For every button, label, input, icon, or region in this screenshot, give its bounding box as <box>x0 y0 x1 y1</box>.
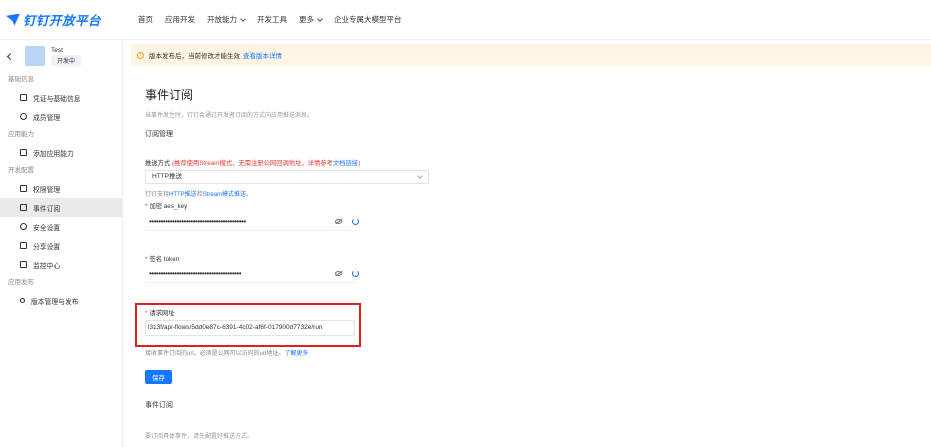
sidebar-section-basic: 基础信息 <box>8 76 34 83</box>
share-icon <box>20 242 27 249</box>
sidebar-item-credentials[interactable]: 凭证与基础信息 <box>0 88 122 107</box>
sidebar-item-label: 版本管理与发布 <box>31 298 79 306</box>
app-icon <box>25 46 45 66</box>
sidebar-item-events[interactable]: 事件订阅 <box>0 198 122 217</box>
eye-off-icon[interactable] <box>335 271 342 276</box>
url-label: * 请求网址 <box>145 308 175 317</box>
sidebar-item-label: 权限管理 <box>33 186 61 194</box>
back-arrow-icon[interactable] <box>6 52 15 60</box>
nav-more-label: 更多 <box>299 15 314 24</box>
aes-key-label-text: 加密 aes_key <box>149 203 188 210</box>
nav-enterprise-llm[interactable]: 企业专属大模型平台 <box>334 14 402 25</box>
http-push-link[interactable]: HTTP推送 <box>169 192 197 198</box>
refresh-icon[interactable] <box>352 218 359 225</box>
credential-icon <box>20 94 27 101</box>
aes-key-field[interactable]: ••••••••••••••••••••••••••••••••••••••••… <box>145 215 359 231</box>
sidebar-section-ability: 应用能力 <box>8 131 34 138</box>
push-mode-select[interactable]: HTTP推送 <box>145 170 429 184</box>
events-description: 要订阅具体事件，请先配置好推送方式。 <box>145 434 254 440</box>
required-mark: * <box>145 203 148 210</box>
token-label-text: 签名 token <box>149 256 180 263</box>
chevron-down-icon <box>417 173 423 179</box>
info-icon: ! <box>137 51 144 59</box>
url-label-text: 请求网址 <box>149 310 175 317</box>
stream-push-link[interactable]: Stream模式推送 <box>203 192 246 198</box>
permission-icon <box>20 185 27 192</box>
shield-icon <box>20 223 27 230</box>
push-mode-hint: (推荐使用Stream模式，无需注册公网回调地址，详情参考文档链接) <box>172 160 360 167</box>
push-mode-sub-hint: 钉钉支持HTTP推送和Stream模式推送。 <box>145 189 252 198</box>
nav-app-dev[interactable]: 应用开发 <box>165 14 195 25</box>
sidebar-item-security[interactable]: 安全设置 <box>0 217 122 236</box>
sidebar-section-publish: 应用发布 <box>8 279 34 286</box>
refresh-icon[interactable] <box>352 270 359 277</box>
section-subscription-manage: 订阅管理 <box>145 131 173 138</box>
dingtalk-logo-icon <box>6 13 20 26</box>
sidebar-item-members[interactable]: 成员管理 <box>0 107 122 126</box>
sidebar-item-label: 添加应用能力 <box>33 150 74 158</box>
sidebar-item-label: 监控中心 <box>33 262 61 270</box>
learn-more-link[interactable]: 了解更多 <box>284 351 308 357</box>
request-url-input[interactable]: l313f/api-flows/5dd0e87c-6391-4c02-af6f-… <box>145 320 355 336</box>
url-hint: 接收事件订阅的url，必须是公网可以访问的url地址。了解更多 <box>145 348 308 357</box>
eye-off-icon[interactable] <box>335 219 342 224</box>
token-label: * 签名 token <box>145 254 179 263</box>
sidebar-section-config: 开发配置 <box>8 167 34 174</box>
nav-dev-tools[interactable]: 开发工具 <box>257 14 287 25</box>
token-field[interactable]: •••••••••••••••••••••••••••••••••••••••• <box>145 267 359 283</box>
save-button[interactable]: 保存 <box>145 370 172 384</box>
required-mark: * <box>145 256 148 263</box>
sub-hint-text: 钉钉支持 <box>145 192 170 198</box>
sidebar-item-label: 事件订阅 <box>33 205 61 213</box>
brand-name: 钉钉开放平台 <box>23 14 102 28</box>
app-header: Test 开发中 <box>0 41 122 71</box>
url-hint-text: 接收事件订阅的url，必须是公网可以访问的url地址。 <box>145 351 285 357</box>
user-icon <box>20 113 27 120</box>
sidebar-item-label: 安全设置 <box>33 224 61 232</box>
app-name: Test <box>51 46 63 54</box>
sidebar-item-share[interactable]: 分享设置 <box>0 236 122 255</box>
sidebar: Test 开发中 基础信息 凭证与基础信息 成员管理 应用能力 添加应用能力 开… <box>0 41 123 447</box>
required-mark: * <box>145 310 148 317</box>
page-description: 当事件发生时，钉钉会通过开发者订阅的方式向应用推送消息。 <box>145 113 314 119</box>
push-mode-label-text: 推送方式 <box>145 160 171 167</box>
nav-more[interactable]: 更多 <box>299 14 323 25</box>
sidebar-item-add-ability[interactable]: 添加应用能力 <box>0 143 122 162</box>
grid-plus-icon <box>20 149 27 156</box>
sub-hint-end: 。 <box>246 192 253 198</box>
publish-notice: ! 版本发布后，当前修改才能生效 查看版本详情 <box>131 44 931 66</box>
sidebar-item-label: 凭证与基础信息 <box>33 95 81 103</box>
sidebar-item-label: 成员管理 <box>33 114 61 122</box>
app-status-badge: 开发中 <box>51 54 82 66</box>
notice-link[interactable]: 查看版本详情 <box>243 50 282 60</box>
sidebar-item-permissions[interactable]: 权限管理 <box>0 179 122 198</box>
push-mode-hint-text: (推荐使用Stream模式，无需注册公网回调地址，详情参考 <box>171 160 333 167</box>
main-content: ! 版本发布后，当前修改才能生效 查看版本详情 事件订阅 当事件发生时，钉钉会通… <box>131 41 931 447</box>
nav-open-ability-label: 开放能力 <box>207 15 237 24</box>
section-event-subscription: 事件订阅 <box>145 402 173 409</box>
version-icon <box>20 298 25 303</box>
aes-key-label: * 加密 aes_key <box>145 201 187 210</box>
page-title: 事件订阅 <box>145 88 194 102</box>
push-mode-value: HTTP推送 <box>152 173 182 180</box>
sidebar-item-label: 分享设置 <box>33 243 61 251</box>
chevron-down-icon <box>317 15 323 22</box>
nav-open-ability[interactable]: 开放能力 <box>207 14 246 25</box>
aes-key-value: ••••••••••••••••••••••••••••••••••••••••… <box>149 217 246 226</box>
sidebar-item-monitor[interactable]: 监控中心 <box>0 255 122 274</box>
brand-logo[interactable]: 钉钉开放平台 <box>6 10 138 29</box>
push-mode-hint-end: ) <box>358 160 361 167</box>
doc-link[interactable]: 文档链接 <box>333 160 358 167</box>
sidebar-item-versions[interactable]: 版本管理与发布 <box>0 291 122 310</box>
token-value: •••••••••••••••••••••••••••••••••••••••• <box>149 269 242 278</box>
event-icon <box>20 204 27 211</box>
chevron-down-icon <box>240 15 246 22</box>
notice-text: 版本发布后，当前修改才能生效 <box>149 53 240 60</box>
push-mode-label: 推送方式 (推荐使用Stream模式，无需注册公网回调地址，详情参考文档链接) <box>145 158 360 167</box>
top-navigation: 钉钉开放平台 首页 应用开发 开放能力 开发工具 更多 企业专属大模型平台 <box>0 0 931 40</box>
nav-home[interactable]: 首页 <box>138 14 153 25</box>
monitor-icon <box>20 261 27 268</box>
